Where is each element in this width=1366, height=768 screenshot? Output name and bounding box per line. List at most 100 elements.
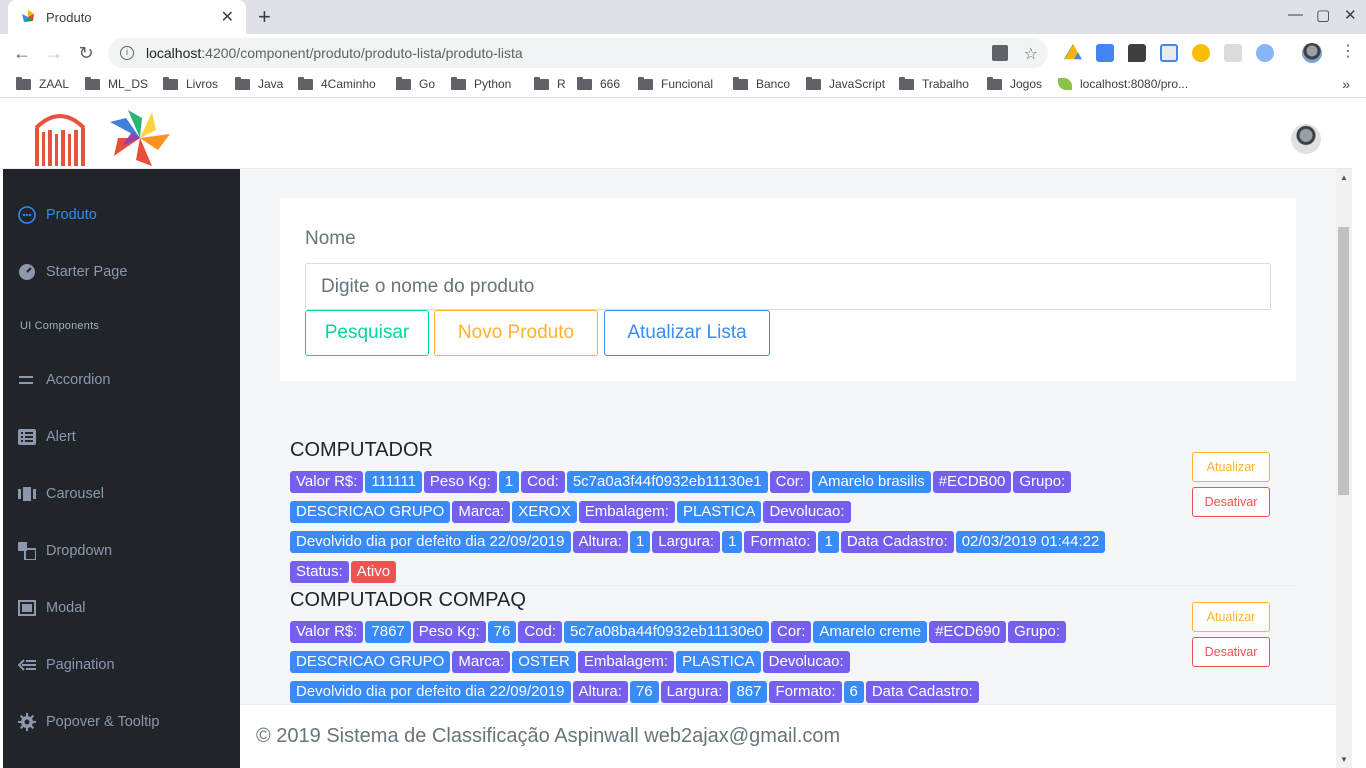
reload-icon[interactable]: ↻ — [74, 41, 98, 65]
field-label-badge: Grupo: — [1013, 471, 1072, 493]
product-name: COMPUTADOR — [290, 439, 433, 461]
camera-extension-icon[interactable] — [1224, 44, 1242, 62]
field-value-badge: 5c7a08ba44f0932eb11130e0 — [564, 621, 770, 643]
sidebar-item-label: Pagination — [46, 657, 115, 673]
new-tab-button[interactable]: + — [258, 4, 271, 30]
page-scrollbar[interactable]: ▲ ▼ — [1336, 169, 1352, 768]
sidebar-item-accordion[interactable]: Accordion — [17, 370, 110, 390]
product-name-input[interactable]: Digite o nome do produto — [305, 263, 1271, 310]
field-value-badge: 5c7a0a3f44f0932eb11130e1 — [566, 471, 768, 493]
bookmarks-more-icon[interactable]: » — [1342, 76, 1350, 92]
scroll-down-icon[interactable]: ▼ — [1340, 755, 1348, 764]
sidebar-item-produto[interactable]: Produto — [17, 205, 97, 225]
field-value-badge: 1 — [629, 531, 651, 553]
bookmark-item[interactable]: Trabalho — [899, 76, 969, 91]
sidebar-item-dropdown[interactable]: Dropdown — [17, 541, 112, 561]
field-label-badge: Embalagem: — [578, 501, 675, 523]
disable-product-button[interactable]: Desativar — [1192, 487, 1270, 517]
product-tags-row: DESCRICAO GRUPO Marca: OSTER Embalagem: PLAS… — [290, 651, 852, 673]
bookmark-item[interactable]: Go — [396, 76, 436, 91]
bookmark-item[interactable]: ML_DS — [85, 76, 148, 91]
bookmark-item[interactable]: localhost:8080/pro... — [1058, 77, 1188, 91]
profile-avatar[interactable] — [1302, 43, 1322, 63]
sidebar-item-label: Popover & Tooltip — [46, 714, 160, 730]
bookmark-star-icon[interactable]: ☆ — [1024, 44, 1038, 64]
bookmark-item[interactable]: Java — [235, 76, 283, 91]
update-product-button[interactable]: Atualizar — [1192, 452, 1270, 482]
folder-icon — [85, 76, 100, 90]
modal-icon — [17, 598, 37, 618]
scrollbar-thumb[interactable] — [1338, 227, 1349, 495]
status-badge: Ativo — [350, 561, 397, 583]
field-label-badge: Cor: — [769, 471, 810, 493]
bookmark-item[interactable]: 666 — [577, 76, 620, 91]
pagination-icon — [17, 655, 37, 675]
new-product-button[interactable]: Novo Produto — [434, 310, 598, 356]
translate-extension-icon[interactable] — [1096, 44, 1114, 62]
field-value-badge: Amarelo creme — [813, 621, 928, 643]
back-icon[interactable]: ← — [10, 41, 34, 65]
scroll-up-icon[interactable]: ▲ — [1340, 173, 1348, 182]
bookmark-item[interactable]: Funcional — [638, 76, 714, 91]
forward-icon[interactable]: → — [42, 41, 66, 65]
sidebar-item-modal[interactable]: Modal — [17, 598, 86, 618]
bookmark-item[interactable]: Livros — [163, 76, 218, 91]
field-value-badge: DESCRICAO GRUPO — [290, 651, 451, 673]
field-value-badge: Amarelo brasilis — [811, 471, 931, 493]
bookmark-item[interactable]: JavaScript — [806, 76, 885, 91]
sidebar-item-pagination[interactable]: Pagination — [17, 655, 115, 675]
browser-tab[interactable]: Produto ✕ — [8, 0, 246, 34]
moon-extension-icon[interactable] — [1192, 44, 1210, 62]
field-value-badge: 02/03/2019 01:44:22 — [955, 531, 1106, 553]
tab-title: Produto — [46, 9, 92, 25]
bookmark-label: Funcional — [661, 77, 714, 91]
folder-icon — [298, 76, 313, 90]
bookmark-item[interactable]: Banco — [733, 76, 791, 91]
bookmark-item[interactable]: 4Caminho — [298, 76, 376, 91]
search-button[interactable]: Pesquisar — [305, 310, 429, 356]
product-name: COMPUTADOR COMPAQ — [290, 589, 526, 611]
product-tags-row: Valor R$: 111111 Peso Kg: 1 Cod: 5c7a0a3f44f0… — [290, 471, 1073, 493]
window-minimize-button[interactable]: — — [1288, 6, 1303, 23]
refresh-list-button[interactable]: Atualizar Lista — [604, 310, 770, 356]
extension-icon[interactable] — [1160, 44, 1178, 62]
field-label-badge: Marca: — [452, 501, 511, 523]
field-label-badge: Devolucao: — [762, 651, 850, 673]
sidebar-item-alert[interactable]: Alert — [17, 427, 76, 447]
sidebar-item-carousel[interactable]: Carousel — [17, 484, 104, 504]
bookmark-item[interactable]: Python — [451, 76, 511, 91]
sidebar-item-popover-tooltip[interactable]: Popover & Tooltip — [17, 712, 159, 732]
tab-close-icon[interactable]: ✕ — [221, 7, 234, 27]
window-maximize-button[interactable]: ▢ — [1316, 6, 1330, 24]
bookmark-label: Trabalho — [922, 77, 969, 91]
field-value-badge: 7867 — [365, 621, 411, 643]
url-path: :4200/component/produto/produto-lista/pr… — [201, 45, 523, 61]
bookmark-label: Go — [419, 77, 436, 91]
translate-icon[interactable] — [992, 45, 1008, 61]
window-close-button[interactable]: ✕ — [1344, 6, 1357, 24]
bookmark-item[interactable]: ZAAL — [16, 76, 69, 91]
bookmark-label: 4Caminho — [321, 77, 376, 91]
bookmark-item[interactable]: R — [534, 76, 566, 91]
field-label-badge: Largura: — [660, 681, 729, 703]
chat-extension-icon[interactable] — [1128, 44, 1146, 62]
site-info-icon[interactable]: i — [120, 46, 134, 60]
leaf-icon — [1058, 78, 1072, 90]
bookmark-item[interactable]: Jogos — [987, 76, 1042, 91]
bookmarks-bar: ZAAL ML_DS Livros Java 4Caminho Go Python R 666 F… — [0, 72, 1366, 98]
bookmark-label: Banco — [756, 77, 791, 91]
disable-product-button[interactable]: Desativar — [1192, 637, 1270, 667]
url-text: localhost:4200/component/produto/produto… — [146, 45, 523, 61]
menu-icon[interactable]: ⋮ — [1340, 44, 1356, 62]
list-alert-icon — [17, 427, 37, 447]
url-host: localhost — [146, 45, 202, 61]
gauge-icon — [17, 262, 37, 282]
field-value-badge: 1 — [722, 531, 743, 553]
address-bar[interactable]: i localhost:4200/component/produto/produ… — [108, 38, 1048, 68]
extension-icon-2[interactable] — [1256, 44, 1274, 62]
user-avatar[interactable] — [1291, 124, 1321, 154]
update-product-button[interactable]: Atualizar — [1192, 602, 1270, 632]
sidebar-item-starter-page[interactable]: Starter Page — [17, 262, 127, 282]
folder-icon — [638, 76, 653, 90]
field-label-badge: #ECD690 — [929, 621, 1007, 643]
